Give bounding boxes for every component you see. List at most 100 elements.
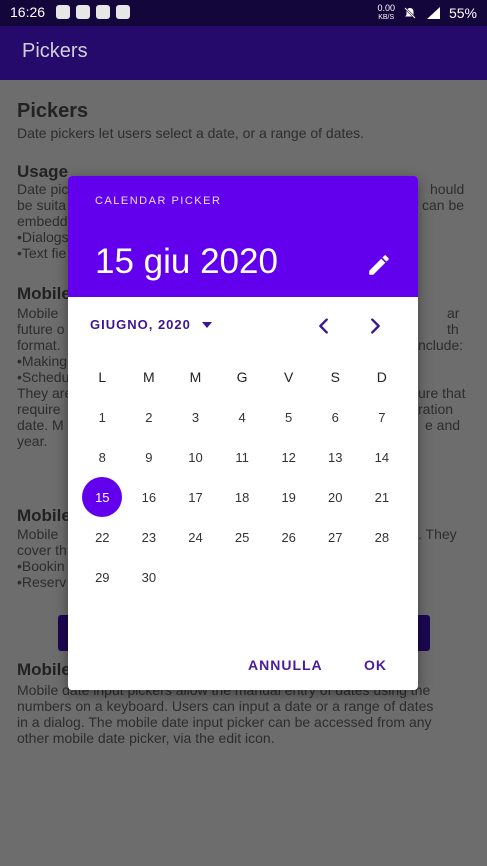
day-number: 6: [331, 409, 339, 425]
mobile-line: date. M: [17, 417, 64, 433]
weekday-label: M: [143, 369, 155, 385]
day-cell[interactable]: 8: [79, 437, 126, 477]
day-number: 11: [235, 449, 249, 465]
day-cell[interactable]: 2: [126, 397, 173, 437]
chevron-left-icon[interactable]: [313, 315, 335, 337]
mobile-line-right: e and: [425, 417, 461, 433]
dialog-label: CALENDAR PICKER: [95, 195, 222, 207]
day-cell[interactable]: 23: [126, 517, 173, 557]
day-cell[interactable]: 12: [265, 437, 312, 477]
day-number: 12: [281, 449, 296, 465]
day-cell[interactable]: 20: [312, 477, 359, 517]
page-intro: Date pickers let users select a date, or…: [17, 125, 365, 141]
day-number: 24: [188, 529, 203, 545]
day-cell[interactable]: 28: [359, 517, 406, 557]
day-number: 16: [141, 489, 157, 505]
usage-line: •Dialogs: [17, 229, 69, 245]
weekday-label: L: [98, 369, 107, 385]
usage-line-right: hould: [430, 181, 465, 197]
day-number: 17: [188, 489, 203, 505]
day-cell[interactable]: 11: [219, 437, 266, 477]
whatsapp-icon: [76, 5, 90, 19]
ok-button[interactable]: OK: [364, 657, 387, 673]
day-number: 8: [98, 449, 106, 465]
day-number: 14: [374, 449, 390, 465]
mobile-line: Mobile: [17, 526, 59, 542]
day-number: 10: [188, 449, 203, 465]
day-cell[interactable]: 26: [265, 517, 312, 557]
battery-level: 55%: [448, 5, 477, 21]
day-number: 5: [285, 409, 293, 425]
day-cell[interactable]: 24: [172, 517, 219, 557]
date-picker-dialog: CALENDAR PICKER 15 giu 2020 GIUGNO, 2020…: [68, 176, 418, 690]
day-cell[interactable]: 25: [219, 517, 266, 557]
day-number: 20: [328, 489, 343, 505]
mobile-heading: Mobile: [17, 284, 71, 303]
status-right: 0.00 KB/S 55%: [377, 4, 477, 22]
day-cell[interactable]: 30: [126, 557, 173, 597]
app-bar-title: Pickers: [22, 40, 88, 62]
day-cell[interactable]: 16: [126, 477, 173, 517]
day-cell[interactable]: 29: [79, 557, 126, 597]
dialog-actions: ANNULLA OK: [68, 646, 418, 686]
day-cell[interactable]: 18: [219, 477, 266, 517]
day-cell[interactable]: 7: [359, 397, 406, 437]
usage-line: be suita: [17, 197, 67, 213]
day-number: 23: [141, 529, 157, 545]
day-number: 25: [234, 529, 250, 545]
weekday-label: V: [284, 369, 294, 385]
day-cell[interactable]: 4: [219, 397, 266, 437]
weekday-label: G: [236, 369, 248, 385]
status-time: 16:26: [10, 4, 46, 20]
day-cell[interactable]: 21: [359, 477, 406, 517]
usage-line-right: can be: [422, 197, 465, 213]
mobile-line-right: ar: [447, 305, 460, 321]
day-cell-selected[interactable]: 15: [79, 477, 126, 517]
day-cell[interactable]: 5: [265, 397, 312, 437]
day-cell[interactable]: 6: [312, 397, 359, 437]
empty-cell: [265, 557, 312, 597]
usage-line: Date pic: [17, 181, 69, 197]
mobile-heading: Mobile: [17, 506, 71, 525]
dialog-header: CALENDAR PICKER 15 giu 2020: [68, 176, 418, 297]
month-year-selector[interactable]: GIUGNO, 2020: [90, 317, 213, 332]
mobile-line: •Schedu: [17, 369, 70, 385]
mobile-line: in a dialog. The mobile date input picke…: [17, 714, 432, 730]
day-number: 19: [281, 489, 296, 505]
day-number: 2: [145, 409, 153, 425]
edit-icon[interactable]: [366, 252, 392, 278]
weekday-header: L M M G V S D: [79, 357, 407, 397]
mobile-line: Mobile: [17, 305, 59, 321]
day-number: 26: [281, 529, 296, 545]
day-cell[interactable]: 13: [312, 437, 359, 477]
mobile-heading: Mobile: [17, 660, 71, 679]
day-number: 27: [328, 529, 343, 545]
day-cell[interactable]: 10: [172, 437, 219, 477]
chevron-right-icon[interactable]: [364, 315, 386, 337]
day-cell[interactable]: 14: [359, 437, 406, 477]
day-cell[interactable]: 9: [126, 437, 173, 477]
day-cell[interactable]: 3: [172, 397, 219, 437]
day-cell[interactable]: 17: [172, 477, 219, 517]
calendar-week: 1 2 3 4 5 6 7: [79, 397, 407, 437]
calendar-week: 8 9 10 11 12 13 14: [79, 437, 407, 477]
day-number: 15: [95, 489, 110, 505]
month-navigation: GIUGNO, 2020: [68, 307, 418, 343]
network-speed-unit: KB/S: [378, 14, 395, 21]
day-number: 13: [328, 449, 343, 465]
mobile-line-right: nclude:: [418, 337, 464, 353]
signal-4g-icon: [426, 7, 440, 19]
day-cell[interactable]: 19: [265, 477, 312, 517]
cancel-button[interactable]: ANNULLA: [248, 657, 323, 673]
mobile-line-right: ration: [418, 401, 454, 417]
weekday-label: S: [330, 369, 340, 385]
day-cell[interactable]: 1: [79, 397, 126, 437]
day-number: 9: [145, 449, 153, 465]
mobile-line: future o: [17, 321, 65, 337]
day-number: 1: [98, 409, 106, 425]
day-cell[interactable]: 22: [79, 517, 126, 557]
usage-line: embedd: [17, 213, 68, 229]
app-bar: Pickers: [0, 26, 487, 80]
day-number: 30: [141, 569, 157, 585]
day-cell[interactable]: 27: [312, 517, 359, 557]
